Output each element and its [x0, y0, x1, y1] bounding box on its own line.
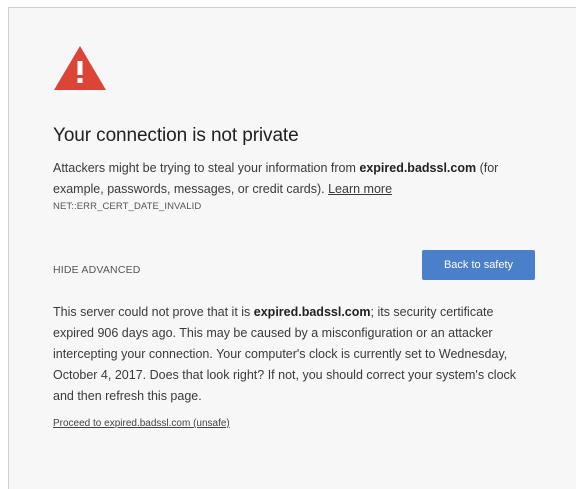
back-to-safety-button[interactable]: Back to safety: [422, 250, 535, 280]
warning-triangle-icon: [54, 46, 106, 90]
details-text-end: ; its security certificate expired 906 d…: [53, 305, 517, 403]
main-message-text: Attackers might be trying to steal your …: [53, 161, 360, 175]
interstitial-page: Your connection is not private Attackers…: [8, 7, 576, 489]
learn-more-link[interactable]: Learn more: [328, 182, 392, 196]
details-domain: expired.badssl.com: [253, 305, 371, 319]
main-message-domain: expired.badssl.com: [359, 161, 477, 175]
hide-advanced-button[interactable]: HIDE ADVANCED: [53, 264, 141, 276]
main-message: Attackers might be trying to steal your …: [53, 158, 535, 200]
page-title: Your connection is not private: [53, 125, 299, 146]
error-code: NET::ERR_CERT_DATE_INVALID: [53, 201, 202, 212]
details-text: This server could not prove that it is: [53, 305, 254, 319]
advanced-details: This server could not prove that it is e…: [53, 302, 535, 407]
proceed-unsafe-link[interactable]: Proceed to expired.badssl.com (unsafe): [53, 418, 230, 429]
